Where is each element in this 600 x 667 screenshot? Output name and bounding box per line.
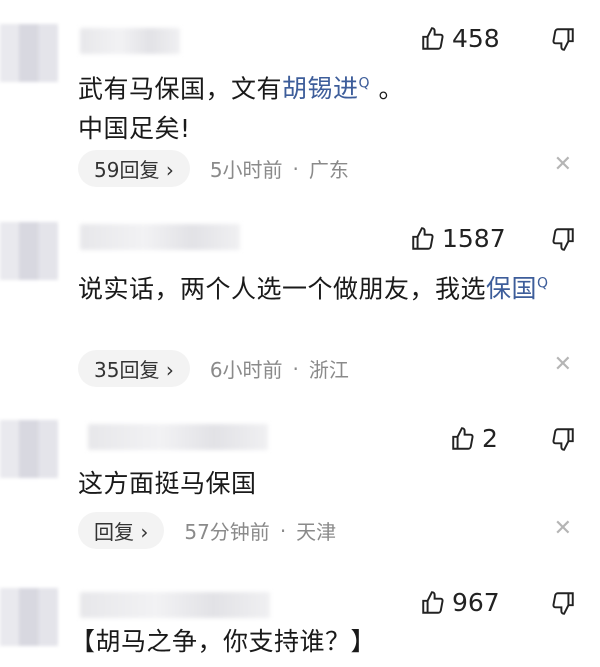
thumbs-down-icon[interactable] (550, 590, 576, 616)
username-blurred[interactable] (80, 224, 240, 250)
comment-text: 【胡马之争，你支持谁？】 (70, 627, 377, 656)
timestamp: 6小时前 (209, 358, 283, 382)
like-count: 1587 (442, 224, 506, 253)
reply-button[interactable]: 回复 › (78, 512, 165, 549)
like-button[interactable]: 1587 (410, 224, 506, 253)
comment-2: 1587 说实话，两个人选一个做朋友，我选保国Q 35回复 › 6小时前 · 浙… (0, 200, 600, 400)
avatar[interactable] (0, 24, 58, 82)
thumbs-up-icon (452, 426, 474, 450)
close-icon[interactable]: ✕ (554, 516, 572, 541)
separator-dot: · (292, 356, 299, 381)
close-icon[interactable]: ✕ (554, 152, 572, 177)
avatar[interactable] (0, 222, 58, 280)
comment-4: 967 【胡马之争，你支持谁？】 (0, 570, 600, 667)
reply-count-button[interactable]: 35回复 › (78, 350, 190, 387)
location: 浙江 (308, 358, 349, 382)
search-icon: Q (537, 276, 549, 292)
comment-text: 武有马保国，文有胡锡进Q 。 中国足矣! (78, 74, 405, 144)
separator-dot: · (292, 156, 299, 181)
reply-count-button[interactable]: 59回复 › (78, 150, 190, 187)
username-blurred[interactable] (80, 28, 180, 54)
comment-text: 这方面挺马保国 (78, 469, 257, 498)
avatar[interactable] (0, 588, 58, 646)
comment-3: 2 这方面挺马保国 回复 › 57分钟前 · 天津 ✕ (0, 400, 600, 570)
chevron-right-icon: › (165, 358, 174, 382)
location: 广东 (308, 158, 349, 182)
username-blurred[interactable] (80, 592, 270, 618)
chevron-right-icon: › (165, 158, 174, 182)
comment-meta: 59回复 › 5小时前 · 广东 (78, 150, 349, 187)
thumbs-up-icon (412, 226, 434, 250)
separator-dot: · (279, 518, 287, 543)
comment-text: 说实话，两个人选一个做朋友，我选保国Q (78, 274, 549, 304)
timestamp: 57分钟前 (184, 520, 270, 544)
comment-meta: 回复 › 57分钟前 · 天津 (78, 512, 336, 549)
like-button[interactable]: 967 (420, 588, 500, 617)
avatar[interactable] (0, 420, 58, 478)
location: 天津 (296, 520, 337, 544)
like-count: 2 (482, 424, 498, 453)
like-button[interactable]: 458 (420, 24, 500, 53)
chevron-right-icon: › (140, 520, 149, 544)
like-button[interactable]: 2 (450, 424, 498, 453)
timestamp: 5小时前 (209, 158, 283, 182)
thumbs-down-icon[interactable] (550, 426, 576, 452)
thumbs-down-icon[interactable] (550, 26, 576, 52)
like-count: 458 (452, 24, 500, 53)
hashtag-link[interactable]: 胡锡进Q (282, 74, 370, 103)
thumbs-up-icon (422, 26, 444, 50)
username-blurred[interactable] (88, 424, 268, 450)
comment-meta: 35回复 › 6小时前 · 浙江 (78, 350, 349, 387)
hashtag-link[interactable]: 保国Q (486, 274, 549, 303)
search-icon: Q (358, 76, 371, 92)
close-icon[interactable]: ✕ (554, 352, 572, 377)
comment-1: 458 武有马保国，文有胡锡进Q 。 中国足矣! 59回复 › 5小时前 · 广… (0, 0, 600, 200)
thumbs-down-icon[interactable] (550, 226, 576, 252)
thumbs-up-icon (422, 590, 444, 614)
like-count: 967 (452, 588, 500, 617)
